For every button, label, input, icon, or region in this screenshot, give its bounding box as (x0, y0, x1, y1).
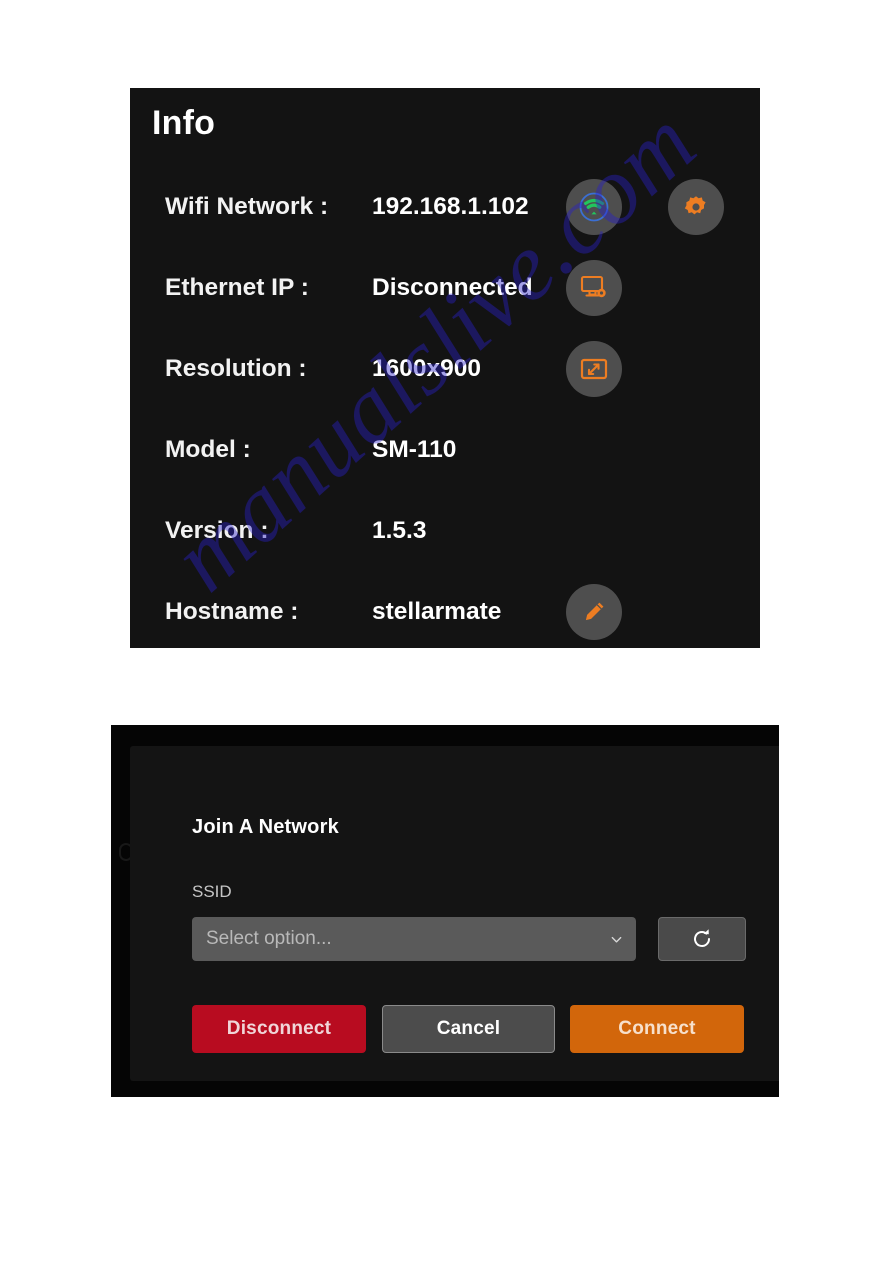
network-dialog-backdrop: Join A Network SSID Select option... Dis… (111, 725, 779, 1097)
refresh-networks-button[interactable] (658, 917, 746, 961)
ssid-select[interactable]: Select option... (192, 917, 636, 961)
info-panel: Info Wifi Network : 192.168.1.102 Ethern… (130, 88, 760, 648)
screenshot-root: Info Wifi Network : 192.168.1.102 Ethern… (0, 0, 893, 1263)
info-value-model: SM-110 (372, 435, 457, 463)
info-label-hostname: Hostname : (165, 597, 299, 625)
table-row: Hostname : stellarmate (130, 571, 760, 648)
disconnect-button[interactable]: Disconnect (192, 1005, 366, 1053)
info-label-ethernet-ip: Ethernet IP : (165, 273, 309, 301)
table-row: Resolution : 1600x900 (130, 328, 760, 409)
info-label-version: Version : (165, 516, 269, 544)
info-row-list: Wifi Network : 192.168.1.102 Ethernet IP… (130, 166, 760, 648)
table-row: Version : 1.5.3 (130, 490, 760, 571)
info-value-resolution: 1600x900 (372, 354, 482, 382)
dialog-title: Join A Network (192, 816, 339, 838)
monitor-icon-button[interactable] (566, 259, 622, 316)
resize-image-icon (580, 358, 608, 379)
table-row: Ethernet IP : Disconnected (130, 247, 760, 328)
info-value-wifi-network: 192.168.1.102 (372, 192, 529, 220)
info-label-resolution: Resolution : (165, 354, 307, 382)
join-network-dialog: Join A Network SSID Select option... Dis… (130, 746, 779, 1081)
chevron-down-icon (611, 936, 622, 943)
info-label-wifi-network: Wifi Network : (165, 192, 329, 220)
resize-image-icon-button[interactable] (566, 340, 622, 397)
monitor-icon (580, 275, 606, 297)
ssid-select-placeholder: Select option... (206, 928, 332, 949)
info-label-model: Model : (165, 435, 251, 463)
gear-icon (684, 195, 706, 214)
wifi-connected-icon-button[interactable] (566, 178, 622, 235)
table-row: Model : SM-110 (130, 409, 760, 490)
connect-button[interactable]: Connect (570, 1005, 744, 1053)
table-row: Wifi Network : 192.168.1.102 (130, 166, 760, 247)
cancel-button[interactable]: Cancel (382, 1005, 555, 1053)
page-title: Info (152, 104, 216, 142)
wifi-connected-icon (579, 192, 609, 221)
refresh-icon (694, 929, 710, 947)
info-value-ethernet-ip: Disconnected (372, 273, 533, 301)
info-value-version: 1.5.3 (372, 516, 427, 544)
pencil-edit-icon (585, 602, 604, 620)
edit-hostname-button[interactable] (566, 583, 622, 640)
settings-gear-icon-button[interactable] (668, 178, 724, 235)
ssid-field-label: SSID (192, 882, 232, 901)
info-value-hostname: stellarmate (372, 597, 502, 625)
